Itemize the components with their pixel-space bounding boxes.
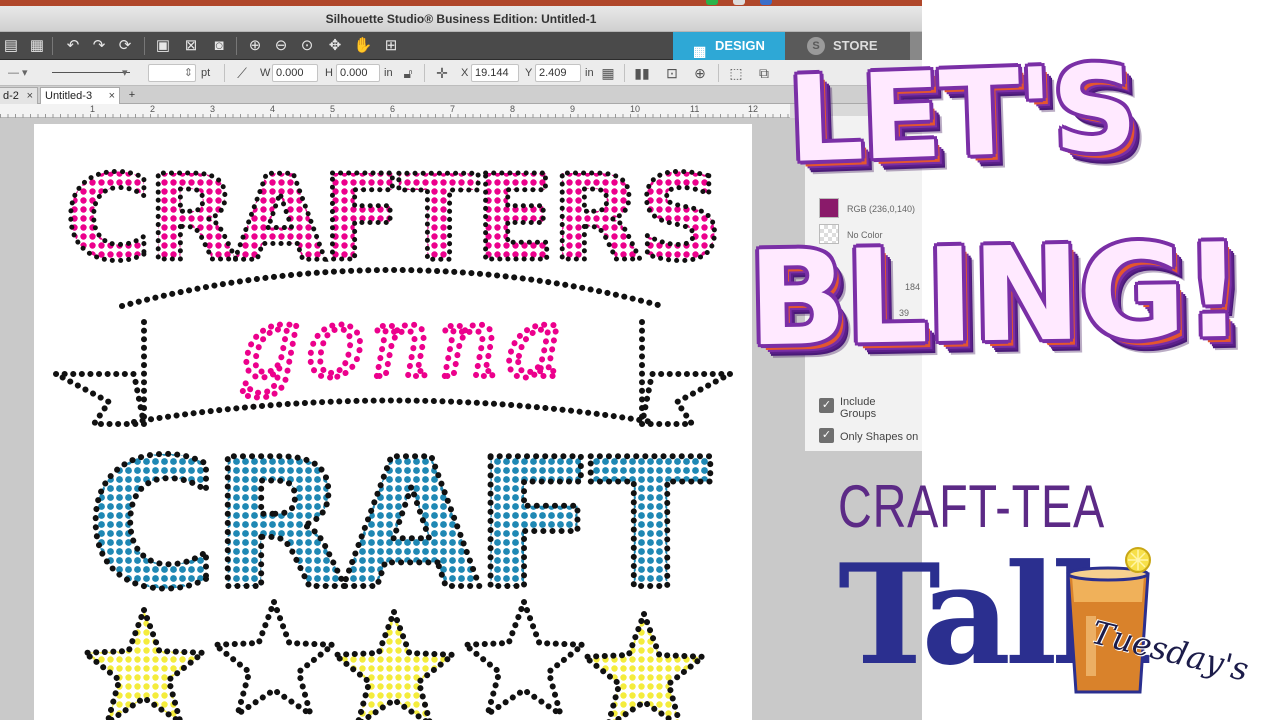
y-label: Y bbox=[525, 67, 533, 79]
line-tool-icon[interactable]: ⟋ bbox=[232, 63, 252, 83]
undo-icon[interactable]: ↶ bbox=[62, 35, 84, 57]
position-crosshair-icon[interactable]: ✛ bbox=[432, 63, 452, 83]
toolbar-divider bbox=[144, 37, 145, 55]
width-field[interactable]: 0.000 bbox=[272, 64, 318, 82]
divider bbox=[424, 64, 425, 82]
replicate-icon[interactable]: ⧉ bbox=[754, 63, 774, 83]
star-filled[interactable] bbox=[326, 603, 462, 720]
tab-label: Untitled-3 bbox=[45, 90, 93, 102]
toolbar-divider bbox=[236, 37, 237, 55]
transform-icon[interactable]: ⬚ bbox=[726, 63, 746, 83]
ruler-number: 6 bbox=[390, 104, 396, 114]
ruler-number: 10 bbox=[630, 104, 641, 114]
ruler-number: 3 bbox=[210, 104, 216, 114]
align-icon[interactable]: ▮▮ bbox=[632, 63, 652, 83]
document-tabs: d-2 × Untitled-3 × + bbox=[0, 86, 922, 104]
thumbnail: Silhouette Studio® Business Edition: Unt… bbox=[0, 0, 1280, 720]
add-tab-button[interactable]: + bbox=[124, 87, 140, 103]
lets-title: LET'S bbox=[785, 38, 1138, 190]
unit-in-label-2: in bbox=[585, 67, 594, 79]
canvas-area[interactable]: CRAFTERS gonna CRAFT RGB (236,0,140) No … bbox=[0, 116, 922, 720]
rhinestone-design[interactable]: CRAFTERS gonna CRAFT bbox=[34, 124, 752, 720]
banner-bottom-arc bbox=[131, 397, 655, 425]
divider bbox=[718, 64, 719, 82]
include-groups-label: Include Groups bbox=[840, 396, 877, 420]
y-position-field[interactable]: 2.409 bbox=[535, 64, 581, 82]
move-icon[interactable]: ✥ bbox=[324, 35, 346, 57]
banner-right-tail bbox=[638, 371, 732, 427]
line-style-dropdown-icon[interactable]: — ▾ bbox=[8, 60, 28, 86]
crafters-text[interactable]: CRAFTERS bbox=[62, 147, 725, 290]
center-icon[interactable]: ⊡ bbox=[662, 63, 682, 83]
ruler-number: 4 bbox=[270, 104, 276, 114]
tab-design-label: DESIGN bbox=[715, 38, 765, 53]
bling-title: BLING! bbox=[746, 214, 1243, 376]
toolbar-divider bbox=[52, 37, 53, 55]
ruler-number: 8 bbox=[510, 104, 516, 114]
ungroup-icon[interactable]: ⊠ bbox=[180, 35, 202, 57]
tab-design[interactable]: ▦ DESIGN bbox=[673, 32, 785, 60]
width-label: W bbox=[260, 67, 271, 79]
tab-label: d-2 bbox=[3, 90, 19, 102]
craft-text[interactable]: CRAFT bbox=[84, 418, 720, 631]
clipboard-icon[interactable]: ▦ bbox=[26, 35, 48, 57]
zoom-in-icon[interactable]: ⊕ bbox=[244, 35, 266, 57]
target-icon[interactable]: ⊕ bbox=[690, 63, 710, 83]
horizontal-ruler: 1 2 3 4 5 6 7 8 9 10 11 12 bbox=[0, 104, 790, 118]
divider bbox=[224, 64, 225, 82]
ruler-number: 9 bbox=[570, 104, 576, 114]
pan-hand-icon[interactable]: ✋ bbox=[352, 35, 374, 57]
line-width-preview bbox=[52, 72, 130, 73]
height-label: H bbox=[325, 67, 333, 79]
window-title: Silhouette Studio® Business Edition: Unt… bbox=[0, 6, 922, 32]
lock-icon[interactable]: 🔓︎ bbox=[398, 63, 418, 83]
grid-small-icon[interactable]: ▦ bbox=[598, 63, 618, 83]
compound-icon[interactable]: ◙ bbox=[208, 35, 230, 57]
ruler-number: 12 bbox=[748, 104, 759, 114]
divider bbox=[624, 64, 625, 82]
x-position-field[interactable]: 19.144 bbox=[471, 64, 519, 82]
include-groups-checkbox[interactable]: ✓ bbox=[819, 398, 834, 413]
ruler-number: 5 bbox=[330, 104, 336, 114]
stepper-icon[interactable]: ⇕ bbox=[184, 65, 195, 81]
height-field[interactable]: 0.000 bbox=[336, 64, 380, 82]
status-dot-green bbox=[706, 0, 718, 5]
new-document-icon[interactable]: ▤ bbox=[0, 35, 22, 57]
zoom-select-icon[interactable]: ⊙ bbox=[296, 35, 318, 57]
tab-document[interactable]: d-2 × bbox=[0, 87, 38, 104]
unit-in-label: in bbox=[384, 67, 393, 79]
status-dot-blue bbox=[760, 0, 772, 5]
only-shapes-checkbox[interactable]: ✓ bbox=[819, 428, 834, 443]
ruler-number: 1 bbox=[90, 104, 96, 114]
properties-bar: — ▾ ▾ ⇕ pt ⟋ W 0.000 H 0.000 in 🔓︎ ✛ X 1… bbox=[0, 60, 922, 86]
tab-untitled-3[interactable]: Untitled-3 × bbox=[40, 87, 120, 104]
chevron-down-icon[interactable]: ▾ bbox=[122, 60, 128, 86]
ruler-number: 2 bbox=[150, 104, 156, 114]
redo-icon[interactable]: ↷ bbox=[88, 35, 110, 57]
unit-pt-label: pt bbox=[201, 67, 211, 79]
gonna-text[interactable]: gonna bbox=[236, 284, 569, 402]
status-dot-white bbox=[733, 0, 745, 5]
color-swatch[interactable] bbox=[819, 198, 839, 218]
star-filled[interactable] bbox=[576, 605, 712, 720]
stroke-width-field[interactable]: ⇕ bbox=[148, 64, 196, 82]
close-icon[interactable]: × bbox=[109, 88, 115, 104]
refresh-icon[interactable]: ⟳ bbox=[114, 35, 136, 57]
craft-tea-logo-text: CRAFT-TEA bbox=[838, 473, 1106, 540]
ruler-number: 11 bbox=[690, 104, 700, 114]
group-icon[interactable]: ▣ bbox=[152, 35, 174, 57]
banner-left-tail bbox=[54, 371, 148, 427]
zoom-out-icon[interactable]: ⊖ bbox=[270, 35, 292, 57]
fit-page-icon[interactable]: ⊞ bbox=[380, 35, 402, 57]
swatch-label: RGB (236,0,140) bbox=[847, 204, 916, 214]
design-page[interactable]: CRAFTERS gonna CRAFT bbox=[34, 124, 752, 720]
only-shapes-label: Only Shapes on bbox=[840, 431, 919, 443]
x-label: X bbox=[461, 67, 469, 79]
close-icon[interactable]: × bbox=[27, 88, 33, 104]
ruler-number: 7 bbox=[450, 104, 456, 114]
